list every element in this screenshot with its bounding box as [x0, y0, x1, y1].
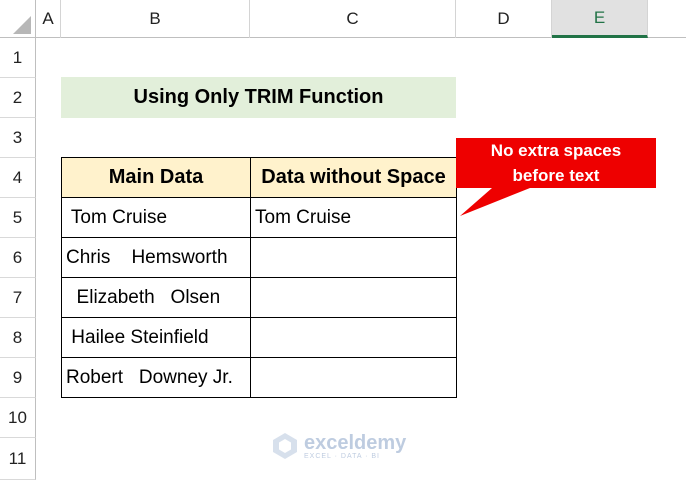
- row-header-11[interactable]: 11: [0, 438, 36, 480]
- row-header-6[interactable]: 6: [0, 238, 36, 278]
- column-header-d[interactable]: D: [456, 0, 552, 38]
- row-header-1[interactable]: 1: [0, 38, 36, 78]
- main-data-cell[interactable]: Robert Downey Jr.: [61, 357, 251, 398]
- column-header-b[interactable]: B: [61, 0, 250, 38]
- column-header-a[interactable]: A: [36, 0, 61, 38]
- table-row: Tom Cruise Tom Cruise: [61, 197, 457, 238]
- table-header-row: Main Data Data without Space: [61, 157, 457, 198]
- column-header-e[interactable]: E: [552, 0, 648, 38]
- result-cell[interactable]: [250, 357, 457, 398]
- callout-line-2: before text: [512, 166, 600, 185]
- row-header-7[interactable]: 7: [0, 278, 36, 318]
- row-header-4[interactable]: 4: [0, 158, 36, 198]
- data-table: Main Data Data without Space Tom Cruise …: [61, 157, 457, 398]
- main-data-cell[interactable]: Chris Hemsworth: [61, 237, 251, 278]
- result-cell[interactable]: Tom Cruise: [250, 197, 457, 238]
- row-header-5[interactable]: 5: [0, 198, 36, 238]
- exceldemy-watermark: exceldemy EXCEL · DATA · BI: [272, 432, 406, 460]
- select-all-corner[interactable]: [0, 0, 36, 38]
- table-row: Chris Hemsworth: [61, 237, 457, 278]
- watermark-name: exceldemy: [304, 431, 407, 454]
- row-header-8[interactable]: 8: [0, 318, 36, 358]
- callout-line-1: No extra spaces: [490, 141, 622, 160]
- header-main-data[interactable]: Main Data: [61, 157, 251, 198]
- row-header-10[interactable]: 10: [0, 398, 36, 438]
- watermark-text: exceldemy EXCEL · DATA · BI: [304, 433, 406, 460]
- result-cell[interactable]: [250, 317, 457, 358]
- column-header-c[interactable]: C: [250, 0, 456, 38]
- header-data-without-space[interactable]: Data without Space: [250, 157, 457, 198]
- result-cell[interactable]: [250, 277, 457, 318]
- main-data-cell[interactable]: Hailee Steinfield: [61, 317, 251, 358]
- row-header-2[interactable]: 2: [0, 78, 36, 118]
- watermark-tagline: EXCEL · DATA · BI: [304, 452, 380, 460]
- row-header-9[interactable]: 9: [0, 358, 36, 398]
- callout-text: No extra spaces before text: [456, 138, 656, 188]
- result-cell[interactable]: [250, 237, 457, 278]
- main-data-cell[interactable]: Elizabeth Olsen: [61, 277, 251, 318]
- row-header-3[interactable]: 3: [0, 118, 36, 158]
- main-data-cell[interactable]: Tom Cruise: [61, 197, 251, 238]
- table-row: Elizabeth Olsen: [61, 277, 457, 318]
- table-row: Hailee Steinfield: [61, 317, 457, 358]
- sheet-title-cell[interactable]: Using Only TRIM Function: [61, 77, 456, 118]
- exceldemy-logo-icon: [273, 433, 297, 459]
- table-row: Robert Downey Jr.: [61, 357, 457, 398]
